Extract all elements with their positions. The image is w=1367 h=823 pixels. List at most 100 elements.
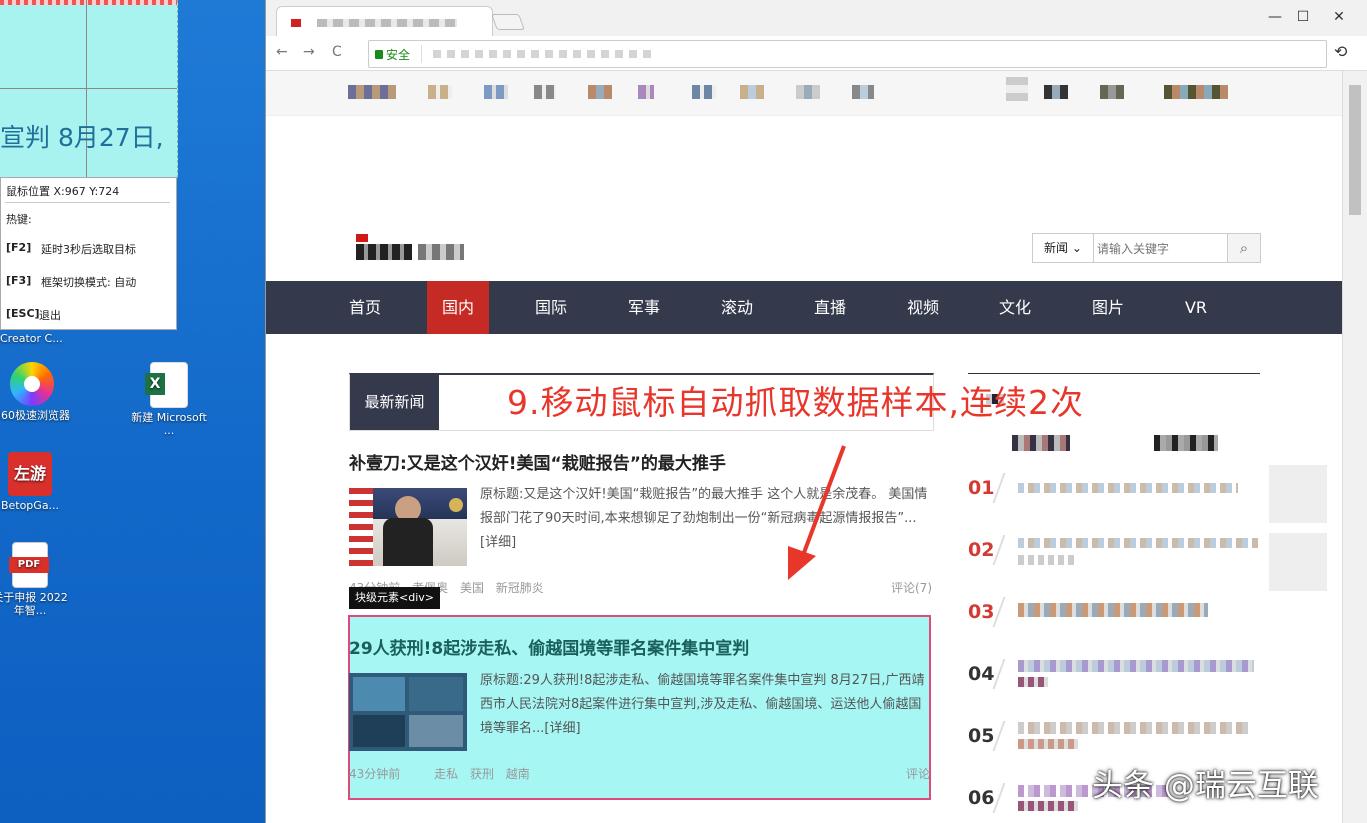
rank-divider — [992, 659, 1006, 689]
meta-tag[interactable]: 越南 — [506, 767, 530, 781]
betop-game-icon: 左游 — [8, 452, 52, 496]
desktop-icon-creator[interactable]: Creator C... — [0, 332, 64, 345]
desktop-icon-excel[interactable]: X 新建 Microsoft ... — [131, 362, 207, 437]
desktop-icon-label: 关于申报 2022年智... — [0, 591, 68, 617]
section-title[interactable]: 最新新闻 — [350, 375, 439, 430]
main-nav: 首页 国内 国际 军事 滚动 直播 视频 文化 图片 VR — [266, 281, 1343, 334]
search-button[interactable]: ⌕ — [1227, 234, 1260, 262]
article-thumbnail[interactable] — [349, 488, 467, 566]
rank-thumbnail[interactable] — [1269, 465, 1327, 523]
rank-item-blurred[interactable] — [1018, 677, 1048, 687]
search-box: 新闻 ⌄ ⌕ — [1032, 233, 1261, 264]
pdf-badge: PDF — [9, 557, 49, 573]
secure-indicator[interactable]: 安全 — [375, 46, 410, 63]
blurred-link[interactable] — [740, 85, 764, 99]
minimize-button[interactable]: — — [1260, 6, 1290, 28]
rank-thumbnail[interactable] — [1269, 533, 1327, 591]
search-input[interactable] — [1095, 234, 1229, 264]
maximize-button[interactable]: ☐ — [1288, 6, 1318, 28]
address-bar[interactable]: 安全 — [368, 40, 1327, 68]
blurred-link[interactable] — [1164, 85, 1228, 99]
search-category-label: 新闻 — [1044, 241, 1069, 255]
nav-rolling[interactable]: 滚动 — [706, 281, 768, 334]
rank-item-blurred[interactable] — [1018, 739, 1078, 749]
magnifier-top-border — [0, 0, 177, 5]
rank-item-blurred[interactable] — [1018, 660, 1254, 672]
browser-tab[interactable] — [276, 6, 493, 37]
blurred-link[interactable] — [852, 85, 874, 99]
nav-military[interactable]: 军事 — [613, 281, 675, 334]
rank-item-blurred[interactable] — [1018, 722, 1250, 734]
nav-pictures[interactable]: 图片 — [1077, 281, 1139, 334]
comments-link[interactable]: 评论 — [906, 765, 930, 782]
nav-culture[interactable]: 文化 — [984, 281, 1046, 334]
rank-item-blurred[interactable] — [1018, 538, 1258, 548]
blurred-link[interactable] — [588, 85, 612, 99]
meta-tag[interactable]: 走私 — [434, 767, 458, 781]
article-meta: 43分钟前 走私 获刑 越南 评论 — [349, 765, 932, 782]
blurred-link[interactable] — [428, 85, 452, 99]
article-title[interactable]: 29人获刑!8起涉走私、偷越国境等罪名案件集中宣判 — [349, 634, 749, 659]
capture-info-panel: 鼠标位置 X:967 Y:724 热键: [F2] 延时3秒后选取目标 [F3]… — [0, 177, 177, 330]
blurred-link[interactable] — [348, 85, 396, 99]
page-scrollbar[interactable] — [1342, 71, 1367, 823]
article-title[interactable]: 补壹刀:又是这个汉奸!美国“栽赃报告”的最大推手 — [349, 449, 726, 474]
nav-video[interactable]: 视频 — [892, 281, 954, 334]
mouse-position: 鼠标位置 X:967 Y:724 — [6, 185, 120, 198]
desktop-icon-360-browser[interactable]: 360极速浏览器 — [0, 362, 70, 422]
blurred-link[interactable] — [1100, 85, 1124, 99]
scrollbar-thumb[interactable] — [1349, 85, 1361, 215]
comments-link[interactable]: 评论(7) — [891, 579, 932, 596]
nav-vr[interactable]: VR — [1165, 281, 1227, 334]
meta-tag[interactable]: 新冠肺炎 — [496, 581, 544, 595]
favicon-icon — [291, 19, 301, 27]
nav-domestic[interactable]: 国内 — [427, 281, 489, 334]
forward-button[interactable]: → — [303, 44, 315, 60]
hotkey-f3: [F3] — [6, 274, 32, 287]
divider — [5, 202, 170, 203]
blurred-link[interactable] — [484, 85, 508, 99]
meta-tag[interactable]: 美国 — [460, 581, 484, 595]
blurred-link[interactable] — [534, 85, 556, 99]
desktop-icon-pdf[interactable]: PDF 关于申报 2022年智... — [0, 542, 68, 617]
blurred-link[interactable] — [796, 85, 820, 99]
blurred-link[interactable] — [692, 85, 716, 99]
reload-button[interactable]: C — [332, 44, 342, 60]
element-type-tag: 块级元素<div> — [349, 587, 440, 609]
rank-divider — [992, 721, 1006, 751]
rank-item-blurred[interactable] — [1018, 555, 1078, 565]
desktop-icon-betop[interactable]: 左游 BetopGa... — [0, 452, 68, 512]
desktop-icon-label: BetopGa... — [0, 499, 60, 512]
desktop-icon-label: Creator C... — [0, 332, 63, 345]
blurred-link[interactable] — [1006, 77, 1028, 101]
hotkey-f2: [F2] — [6, 241, 32, 254]
rank-divider — [992, 597, 1006, 627]
blurred-link[interactable] — [1044, 85, 1068, 99]
hotkey-esc: [ESC] — [6, 307, 40, 320]
article-thumbnail[interactable] — [349, 673, 467, 751]
blurred-link[interactable] — [638, 85, 654, 99]
ranking-tab[interactable] — [1012, 435, 1070, 451]
history-icon[interactable]: ⟲ — [1334, 42, 1347, 61]
rank-number: 04 — [968, 663, 995, 685]
rank-number: 03 — [968, 601, 995, 623]
meta-tag[interactable]: 获刑 — [470, 767, 494, 781]
nav-international[interactable]: 国际 — [520, 281, 582, 334]
site-logo[interactable] — [356, 234, 368, 242]
top-links-strip — [266, 71, 1343, 116]
nav-live[interactable]: 直播 — [799, 281, 861, 334]
chevron-down-icon: ⌄ — [1071, 241, 1082, 255]
new-tab-button[interactable] — [491, 14, 525, 30]
nav-home[interactable]: 首页 — [334, 281, 396, 334]
ranking-tab[interactable] — [1154, 435, 1218, 451]
rank-item-blurred[interactable] — [1018, 483, 1238, 493]
secure-label: 安全 — [386, 48, 411, 62]
site-logo-subtext — [418, 244, 464, 260]
rank-item-blurred[interactable] — [1018, 603, 1208, 617]
rank-item-blurred[interactable] — [1018, 801, 1078, 811]
browser-360-icon — [10, 362, 54, 406]
ranking-top-border — [968, 373, 1260, 374]
back-button[interactable]: ← — [276, 44, 288, 60]
search-category-select[interactable]: 新闻 ⌄ — [1033, 234, 1094, 262]
close-button[interactable]: ✕ — [1324, 6, 1354, 28]
